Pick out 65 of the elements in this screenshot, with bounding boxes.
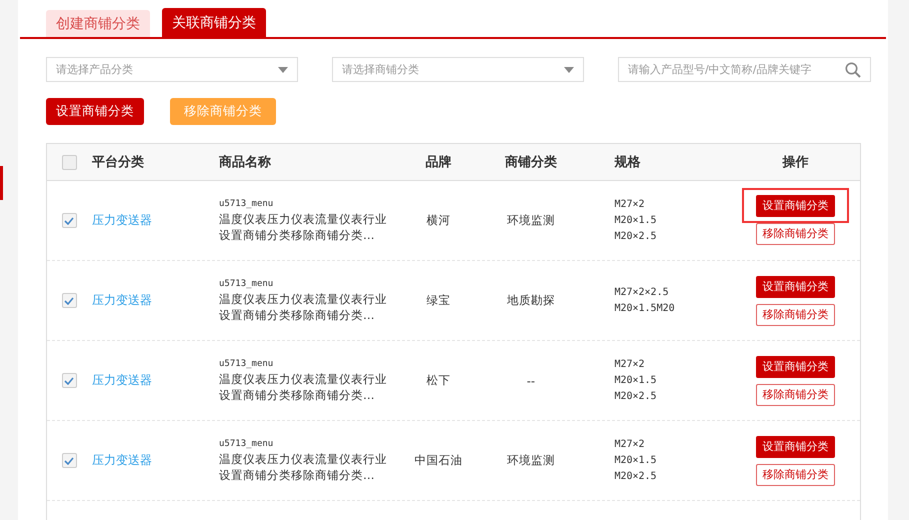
column-header: 商品名称	[219, 154, 272, 171]
remove-category-button[interactable]: 移除商铺分类	[756, 384, 836, 406]
product-code: u5713_menu	[219, 438, 274, 448]
product-name: 温度仪表压力仪表流量仪表行业	[219, 370, 388, 386]
spec-text: M27×2×2.5	[614, 286, 669, 300]
check-icon	[64, 456, 74, 464]
remove-category-button[interactable]: 移除商铺分类	[756, 304, 836, 326]
spec-text: M20×1.5	[614, 454, 657, 468]
spec-text: M20×2.5	[614, 230, 657, 244]
shop-category-text: 环境监测	[506, 213, 555, 228]
product-name: 温度仪表压力仪表流量仪表行业	[219, 450, 388, 466]
spec-text: M20×1.5	[614, 214, 657, 228]
row-checkbox[interactable]	[62, 453, 77, 468]
spec-text: M20×1.5M20	[614, 302, 675, 316]
row-checkbox[interactable]	[62, 373, 77, 388]
product-name: 设置商铺分类移除商铺分类…	[219, 306, 375, 322]
product-code: u5713_menu	[219, 358, 274, 368]
check-icon	[64, 216, 74, 224]
set-category-button[interactable]: 设置商铺分类	[756, 194, 836, 217]
brand-text: 松下	[426, 373, 450, 388]
category-link[interactable]: 压力变送器	[92, 292, 152, 309]
side-marker	[0, 166, 3, 200]
brand-text: 横河	[426, 213, 450, 228]
brand-text: 中国石油	[414, 453, 462, 468]
check-icon	[64, 376, 74, 384]
brand-text: 绿宝	[426, 293, 450, 308]
set-category-button[interactable]: 设置商铺分类	[756, 356, 836, 378]
product-name: 设置商铺分类移除商铺分类…	[219, 466, 375, 482]
spec-text: M20×2.5	[614, 470, 657, 484]
column-header: 品牌	[425, 154, 452, 171]
caret-icon	[564, 66, 574, 72]
set-category-button[interactable]: 设置商铺分类	[756, 436, 836, 458]
remove-category-button[interactable]: 移除商铺分类	[756, 222, 836, 245]
column-header: 操作	[782, 154, 809, 171]
spec-text: M27×2	[614, 198, 645, 212]
tab[interactable]: 关联商铺分类	[162, 8, 266, 37]
product-code: u5713_menu	[219, 278, 274, 288]
category-link[interactable]: 压力变送器	[92, 212, 152, 229]
shop-category-text: 环境监测	[506, 453, 555, 468]
select-all-checkbox[interactable]	[62, 154, 77, 170]
product-code: u5713_menu	[219, 198, 274, 208]
search-icon[interactable]	[845, 62, 861, 78]
caret-icon	[278, 66, 288, 72]
row-checkbox[interactable]	[62, 293, 77, 308]
column-header: 平台分类	[92, 154, 144, 171]
shop-category-text: --	[526, 374, 535, 388]
product-name: 温度仪表压力仪表流量仪表行业	[219, 210, 388, 226]
product-name: 设置商铺分类移除商铺分类…	[219, 386, 375, 402]
product-name: 设置商铺分类移除商铺分类…	[219, 226, 375, 242]
spec-text: M27×2	[614, 438, 645, 452]
category-link[interactable]: 压力变送器	[92, 452, 152, 469]
spec-text: M20×2.5	[614, 390, 657, 404]
spec-text: M27×2	[614, 358, 645, 372]
shop-category-text: 地质勘探	[506, 293, 555, 308]
set-category-button[interactable]: 设置商铺分类	[46, 98, 144, 125]
product-name: 温度仪表压力仪表流量仪表行业	[219, 290, 388, 306]
check-icon	[64, 296, 74, 304]
column-header: 商铺分类	[504, 154, 557, 171]
category-link[interactable]: 压力变送器	[92, 372, 152, 389]
column-header: 规格	[614, 154, 640, 171]
spec-text: M20×1.5	[614, 374, 657, 388]
row-checkbox[interactable]	[62, 213, 77, 228]
tab[interactable]: 创建商铺分类	[46, 10, 150, 37]
set-category-button[interactable]: 设置商铺分类	[756, 276, 836, 298]
remove-category-button[interactable]: 移除商铺分类	[756, 464, 836, 486]
